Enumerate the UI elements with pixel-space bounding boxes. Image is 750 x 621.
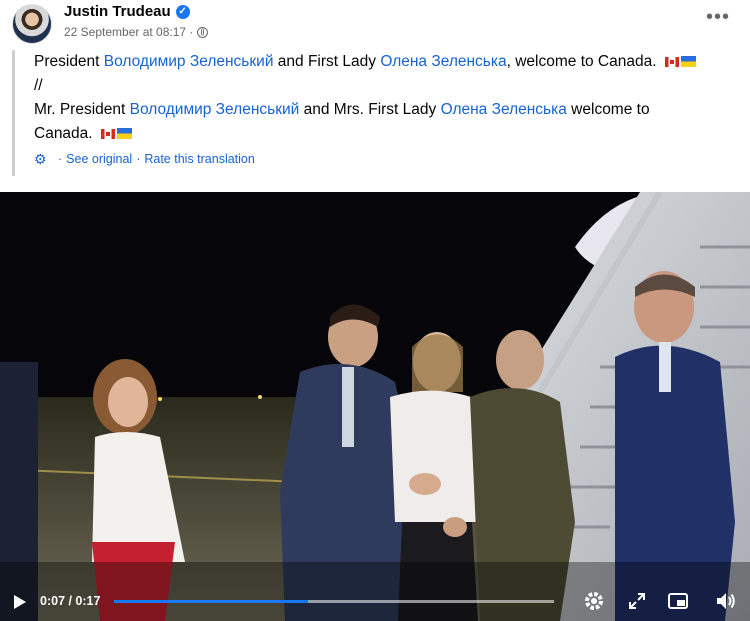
text-segment: President bbox=[34, 53, 104, 70]
mention-link[interactable]: Володимир Зеленський bbox=[130, 101, 300, 118]
avatar[interactable] bbox=[12, 4, 52, 44]
video-progress-fill bbox=[114, 600, 308, 603]
post-meta: 22 September at 08:17 · bbox=[64, 25, 209, 39]
verified-badge-icon: ✓ bbox=[175, 4, 190, 19]
video-frame bbox=[0, 192, 750, 621]
video-time: 0:07 / 0:17 bbox=[40, 594, 101, 608]
volume-icon[interactable] bbox=[714, 589, 738, 613]
text-line-2: // bbox=[34, 77, 43, 94]
video-controls: 0:07 / 0:17 bbox=[0, 581, 750, 621]
rate-translation-link[interactable]: Rate this translation bbox=[144, 152, 254, 166]
mention-link[interactable]: Олена Зеленська bbox=[380, 53, 506, 70]
translate-gear-icon[interactable]: ⚙ bbox=[34, 152, 48, 166]
video-player[interactable]: 0:07 / 0:17 bbox=[0, 192, 750, 621]
video-progress-bar[interactable] bbox=[114, 600, 554, 603]
mention-link[interactable]: Володимир Зеленський bbox=[104, 53, 274, 70]
settings-gear-icon[interactable] bbox=[582, 589, 606, 613]
canada-flag-icon bbox=[100, 128, 115, 139]
text-line-4: Canada. bbox=[34, 122, 738, 146]
author-name[interactable]: Justin Trudeau bbox=[64, 3, 171, 20]
text-segment: Mr. President bbox=[34, 101, 130, 118]
text-line-3: Mr. President Володимир Зеленський and M… bbox=[34, 98, 738, 122]
translation-options: ⚙ · See original · Rate this translation bbox=[34, 152, 738, 166]
text-line-1: President Володимир Зеленський and First… bbox=[34, 50, 738, 74]
text-segment: , welcome to Canada. bbox=[506, 53, 657, 70]
fullscreen-icon[interactable] bbox=[625, 589, 649, 613]
see-original-link[interactable]: See original bbox=[66, 152, 132, 166]
play-icon[interactable] bbox=[12, 594, 28, 610]
author-row: Justin Trudeau ✓ bbox=[64, 3, 190, 20]
canada-flag-icon bbox=[664, 56, 679, 67]
text-segment: Canada. bbox=[34, 125, 93, 142]
ukraine-flag-icon bbox=[116, 128, 132, 140]
text-segment: and Mrs. First Lady bbox=[299, 101, 441, 118]
more-options-button[interactable]: ••• bbox=[706, 6, 730, 29]
post-timestamp[interactable]: 22 September at 08:17 · bbox=[64, 25, 193, 39]
separator: · bbox=[136, 152, 141, 166]
post-text: President Володимир Зеленський and First… bbox=[12, 50, 738, 176]
globe-icon bbox=[197, 26, 209, 38]
picture-in-picture-icon[interactable] bbox=[666, 589, 690, 613]
post-header: Justin Trudeau ✓ 22 September at 08:17 ·… bbox=[0, 0, 750, 48]
separator: · bbox=[58, 152, 63, 166]
ukraine-flag-icon bbox=[680, 56, 696, 68]
text-segment: and First Lady bbox=[273, 53, 381, 70]
mention-link[interactable]: Олена Зеленська bbox=[441, 101, 567, 118]
text-segment: welcome to bbox=[566, 101, 650, 118]
